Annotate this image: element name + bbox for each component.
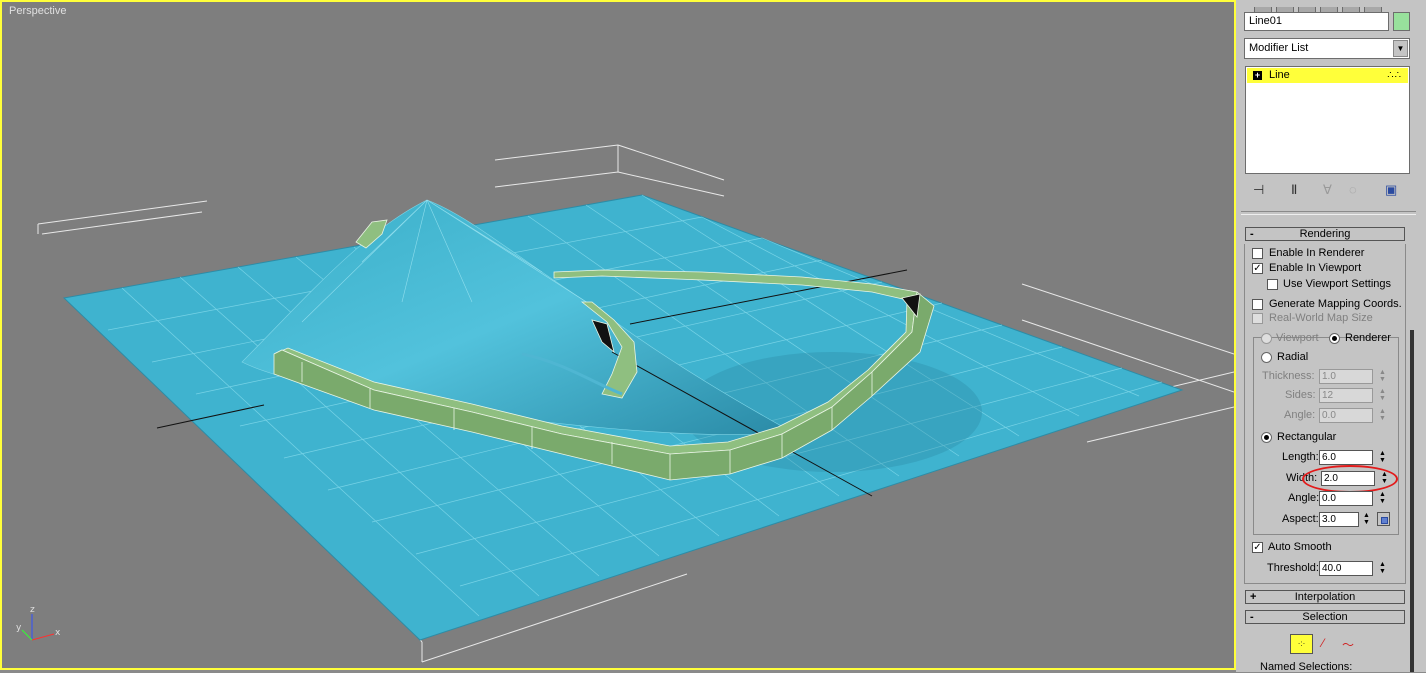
radial-label: Radial (1277, 351, 1309, 363)
threshold-field[interactable]: 40.0 (1319, 561, 1373, 576)
sides-spinner[interactable]: ▲ ▼ (1378, 388, 1387, 403)
rendering-rollout-header[interactable]: - Rendering (1245, 227, 1405, 241)
rectangular-radio[interactable] (1261, 432, 1272, 443)
expand-rollout-icon: + (1250, 591, 1257, 603)
configure-sets-icon[interactable]: ▣ (1385, 182, 1397, 198)
modifier-stack[interactable]: + Line ∴∴ (1245, 66, 1410, 174)
chevron-down-icon[interactable]: ▼ (1393, 40, 1408, 57)
axis-gizmo: z x y (16, 605, 61, 641)
enable-in-viewport-checkbox[interactable]: ✓ (1252, 263, 1263, 274)
renderer-radio[interactable] (1329, 333, 1340, 344)
length-label: Length: (1282, 451, 1319, 463)
enable-in-renderer-label: Enable In Renderer (1269, 247, 1365, 259)
make-unique-icon[interactable]: ∀ (1323, 182, 1332, 198)
modifier-list-dropdown[interactable]: Modifier List ▼ (1244, 38, 1410, 59)
generate-mapping-label: Generate Mapping Coords. (1269, 298, 1402, 310)
threshold-label: Threshold: (1267, 562, 1319, 574)
subobject-dots-icon: ∴∴ (1387, 70, 1402, 81)
length-spinner[interactable]: ▲ ▼ (1378, 450, 1387, 465)
radial-angle-spinner[interactable]: ▲ ▼ (1378, 408, 1387, 423)
aspect-field[interactable]: 3.0 (1319, 512, 1359, 527)
sides-field[interactable]: 12 (1319, 388, 1373, 403)
axis-y-label: y (16, 623, 22, 633)
interpolation-rollout-header[interactable]: + Interpolation (1245, 590, 1405, 604)
interpolation-rollout-title: Interpolation (1294, 591, 1356, 603)
auto-smooth-checkbox[interactable]: ✓ (1252, 542, 1263, 553)
rectangular-label: Rectangular (1277, 431, 1337, 443)
panel-divider (1241, 211, 1416, 215)
perspective-viewport[interactable]: Perspective z x y (0, 0, 1236, 670)
enable-in-viewport-label: Enable In Viewport (1269, 262, 1362, 274)
aspect-lock-icon[interactable] (1377, 512, 1390, 526)
selection-rollout-header[interactable]: - Selection (1245, 610, 1405, 624)
thickness-label: Thickness: (1262, 370, 1315, 382)
thickness-spinner[interactable]: ▲ ▼ (1378, 369, 1387, 384)
enable-in-renderer-checkbox[interactable] (1252, 248, 1263, 259)
axis-x-label: x (55, 628, 61, 638)
rect-angle-spinner[interactable]: ▲ ▼ (1378, 491, 1387, 506)
generate-mapping-checkbox[interactable] (1252, 299, 1263, 310)
modifier-list-label: Modifier List (1249, 42, 1309, 54)
axis-z-label: z (30, 605, 35, 615)
spline-selection-icon[interactable]: 〜 (1342, 636, 1354, 653)
real-world-map-checkbox[interactable] (1252, 313, 1263, 324)
stack-item-line[interactable]: + Line ∴∴ (1247, 68, 1408, 83)
remove-modifier-icon[interactable]: ◌ (1349, 182, 1357, 197)
scene-render[interactable] (2, 2, 1234, 668)
real-world-map-label: Real-World Map Size (1269, 312, 1373, 324)
vertex-selection-button[interactable]: ·:· (1290, 634, 1313, 654)
sides-label: Sides: (1285, 389, 1316, 401)
stack-toolbar: ⊣ Ⅱ ∀ ◌ ▣ (1245, 180, 1410, 200)
segment-selection-icon[interactable]: ⁄ (1322, 636, 1324, 650)
selection-rollout-title: Selection (1302, 611, 1348, 623)
viewport-radio-label: Viewport (1276, 332, 1319, 344)
radial-angle-field[interactable]: 0.0 (1319, 408, 1373, 423)
panel-scrollbar[interactable] (1410, 330, 1414, 672)
thickness-field[interactable]: 1.0 (1319, 369, 1373, 384)
pin-stack-icon[interactable]: ⊣ (1253, 182, 1264, 198)
aspect-label: Aspect: (1282, 513, 1319, 525)
expand-icon[interactable]: + (1253, 71, 1262, 80)
named-selections-label: Named Selections: (1260, 661, 1353, 673)
length-field[interactable]: 6.0 (1319, 450, 1373, 465)
radial-radio[interactable] (1261, 352, 1272, 363)
viewport-radio[interactable] (1261, 333, 1272, 344)
radial-angle-label: Angle: (1284, 409, 1316, 421)
collapse-icon: - (1250, 611, 1254, 623)
auto-smooth-label: Auto Smooth (1268, 541, 1332, 553)
use-viewport-settings-checkbox[interactable] (1267, 279, 1278, 290)
object-name-field[interactable]: Line01 (1244, 12, 1389, 31)
panel-tab-strip[interactable] (1254, 0, 1424, 13)
width-highlight-annotation (1302, 465, 1398, 493)
stack-item-label: Line (1269, 69, 1290, 81)
rendering-rollout-title: Rendering (1299, 228, 1351, 240)
object-color-swatch[interactable] (1393, 12, 1410, 31)
threshold-spinner[interactable]: ▲ ▼ (1378, 561, 1387, 576)
rect-angle-field[interactable]: 0.0 (1319, 491, 1373, 506)
rect-angle-label: Angle: (1288, 492, 1320, 504)
collapse-icon: - (1250, 228, 1254, 240)
use-viewport-settings-label: Use Viewport Settings (1283, 278, 1392, 290)
renderer-radio-label: Renderer (1345, 332, 1391, 344)
aspect-spinner[interactable]: ▲ ▼ (1362, 512, 1371, 527)
show-end-result-icon[interactable]: Ⅱ (1291, 182, 1297, 198)
